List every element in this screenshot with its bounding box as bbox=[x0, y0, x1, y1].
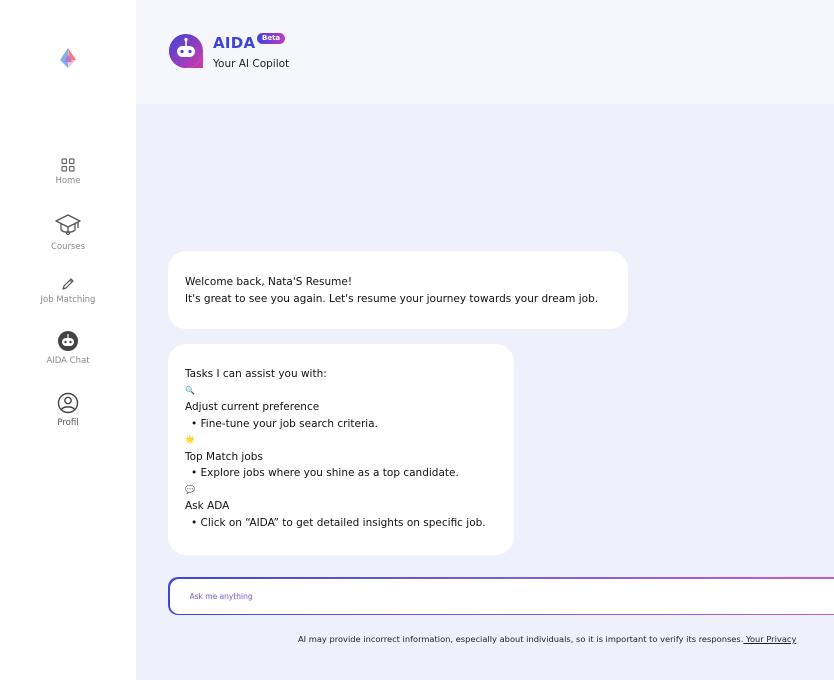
sidebar-item-aida-chat[interactable]: AIDA Chat bbox=[0, 330, 136, 366]
beta-badge: Beta bbox=[257, 33, 286, 44]
disclaimer-text: AI may provide incorrect information, es… bbox=[298, 634, 744, 644]
sidebar-item-home[interactable]: Home bbox=[0, 158, 136, 186]
sidebar-item-job-matching[interactable]: Job Matching bbox=[0, 277, 136, 305]
welcome-line-2: It's great to see you again. Let's resum… bbox=[185, 292, 599, 305]
chat-header: AIDA Beta Your AI Copilot bbox=[136, 0, 834, 104]
sidebar: Home Courses Job Matching AIDA Chat Prof… bbox=[0, 0, 136, 680]
pencil-icon bbox=[61, 277, 75, 291]
chat-input-box[interactable] bbox=[169, 578, 834, 614]
task-title: Top Match jobs bbox=[185, 450, 263, 463]
page-subtitle: Your AI Copilot bbox=[213, 58, 290, 70]
magnifier-icon: 🔍 bbox=[185, 385, 195, 395]
sidebar-item-courses[interactable]: Courses bbox=[0, 212, 136, 252]
app-logo[interactable] bbox=[56, 46, 80, 70]
page-title: AIDA bbox=[213, 34, 256, 52]
sidebar-item-label: Courses bbox=[50, 242, 86, 252]
graduation-cap-icon bbox=[54, 212, 82, 238]
user-circle-icon bbox=[57, 392, 79, 414]
chat-input[interactable] bbox=[189, 591, 790, 601]
speech-bubble-icon: 💬 bbox=[185, 484, 195, 494]
aida-logo-icon bbox=[169, 34, 203, 68]
welcome-line-1: Welcome back, Nata'S Resume! bbox=[185, 276, 353, 288]
chat-input-container bbox=[168, 577, 834, 615]
task-detail: • Explore jobs where you shine as a top … bbox=[191, 467, 459, 479]
task-title: Ask ADA bbox=[185, 500, 230, 512]
sidebar-item-profil[interactable]: Profil bbox=[0, 392, 136, 428]
chat-bot-icon bbox=[57, 330, 79, 352]
privacy-link[interactable]: Your Privacy bbox=[743, 634, 796, 644]
disclaimer: AI may provide incorrect information, es… bbox=[298, 634, 796, 644]
sidebar-item-label: Home bbox=[55, 176, 81, 186]
task-detail: • Click on “AIDA” to get detailed insigh… bbox=[191, 516, 486, 529]
star-icon: 🌟 bbox=[185, 435, 195, 444]
sidebar-item-label: Job Matching bbox=[40, 295, 96, 305]
tasks-intro: Tasks I can assist you with: bbox=[185, 368, 327, 380]
tasks-message: Tasks I can assist you with: 🔍 Adjust cu… bbox=[168, 344, 514, 555]
grid-icon bbox=[61, 158, 75, 172]
welcome-message: Welcome back, Nata'S Resume! It's great … bbox=[168, 251, 628, 329]
task-title: Adjust current preference bbox=[185, 401, 320, 413]
sidebar-item-label: Profil bbox=[57, 418, 79, 428]
sidebar-item-label: AIDA Chat bbox=[46, 356, 90, 366]
task-detail: • Fine-tune your job search criteria. bbox=[191, 417, 378, 430]
